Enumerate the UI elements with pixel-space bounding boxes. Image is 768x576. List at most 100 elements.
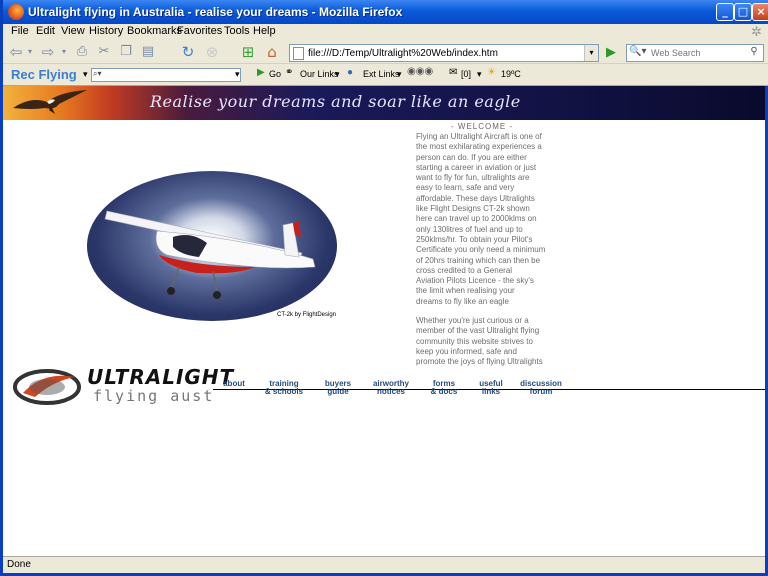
toolbar-search-dropdown-icon[interactable]: ▾	[235, 69, 240, 80]
rec-flying-toolbar: Rec Flying ▾ ⌕▾ ▾ ▶ Go ⚭ Our Links ▾ ● E…	[3, 64, 768, 86]
media-controls-icon[interactable]: ◉◉◉	[407, 66, 433, 77]
reload-icon[interactable]: ↻	[179, 43, 197, 61]
search-go-icon[interactable]: ⚲	[746, 46, 762, 60]
menu-file[interactable]: File	[11, 25, 29, 37]
menu-help[interactable]: Help	[253, 25, 276, 37]
text-line: Aviation Pilots Licence - the sky's	[416, 276, 534, 286]
brand-dropdown-icon[interactable]: ▾	[83, 69, 88, 80]
text-line: want to fly for fun, ultralights are	[416, 173, 530, 183]
url-input[interactable]	[308, 46, 578, 60]
paste-icon[interactable]: ▤	[139, 43, 157, 61]
new-tab-icon[interactable]: ⊞	[239, 43, 257, 61]
nav-label: & schools	[264, 387, 304, 396]
maximize-button[interactable]: □	[734, 3, 752, 21]
text-line: member of the vast Ultralight flying	[416, 326, 540, 336]
nav-label: about	[223, 379, 245, 388]
firefox-icon	[8, 4, 24, 20]
page-content: Realise your dreams and soar like an eag…	[3, 86, 765, 556]
forward-dropdown-icon[interactable]: ▾	[59, 43, 69, 61]
page-icon	[293, 47, 304, 60]
ext-links-dropdown-icon[interactable]: ▾	[397, 69, 402, 80]
nav-training-schools[interactable]: training & schools	[263, 380, 305, 396]
nav-discussion-forum[interactable]: discussion forum	[519, 380, 563, 396]
nav-label: links	[481, 387, 501, 396]
logo-subtitle: flying aust	[93, 387, 215, 405]
temperature[interactable]: 19ºC	[501, 69, 521, 79]
logo-title: ULTRALIGHT	[87, 365, 235, 389]
mail-dropdown-icon[interactable]: ▾	[477, 69, 482, 80]
window-title: Ultralight flying in Australia - realise…	[28, 5, 403, 19]
text-line: like Flight Designs CT-2k shown	[416, 204, 530, 214]
copy-icon[interactable]: ❐	[117, 43, 135, 61]
back-arrow-icon[interactable]: ⇦	[7, 43, 25, 61]
go-arrow-icon[interactable]: ▶	[603, 44, 619, 62]
search-engine-icon[interactable]: 🔍▾	[629, 46, 649, 60]
text-line: Certificate you only need a minimum	[416, 245, 546, 255]
mail-count[interactable]: [0]	[461, 69, 471, 79]
nav-label: & docs	[430, 387, 458, 396]
text-line: of 20hrs training which can then be	[416, 255, 541, 265]
photo-caption: CT-2k by FlightDesign	[277, 312, 337, 318]
text-line: community this website strives to	[416, 336, 533, 346]
text-line: Whether you're just curious or a	[416, 316, 529, 325]
nav-useful-links[interactable]: useful links	[477, 380, 505, 396]
text-line: keep you informed, safe and	[416, 346, 517, 356]
print-icon[interactable]: ⎙	[73, 43, 91, 61]
weather-sun-icon: ☀	[487, 67, 496, 78]
status-text: Done	[7, 559, 31, 570]
text-line: easy to learn, safe and very	[416, 183, 515, 193]
menu-bar: File Edit View History Bookmarks Favorit…	[3, 24, 768, 40]
our-links-dropdown-icon[interactable]: ▾	[335, 69, 340, 80]
title-bar: Ultralight flying in Australia - realise…	[3, 0, 768, 24]
text-line: promote the joys of flying Ultralights	[416, 357, 543, 367]
text-line: 250klms/hr. To obtain your Pilot's	[416, 234, 533, 244]
back-dropdown-icon[interactable]: ▾	[25, 43, 35, 61]
nav-airworthy-notices[interactable]: airworthy notices	[371, 380, 411, 396]
nav-label: notices	[376, 387, 405, 396]
cut-icon[interactable]: ✂	[95, 43, 113, 61]
mail-icon[interactable]: ✉	[449, 67, 457, 78]
text-line: the most exhilarating experiences a	[416, 142, 542, 152]
our-links-icon[interactable]: ⚭	[285, 67, 293, 78]
address-bar[interactable]: ▾	[289, 44, 599, 62]
menu-view[interactable]: View	[61, 25, 85, 37]
menu-tools[interactable]: Tools	[224, 25, 250, 37]
search-input[interactable]	[651, 46, 743, 60]
welcome-heading: - WELCOME -	[451, 122, 514, 131]
text-line: person can do. If you are either	[416, 152, 527, 162]
text-line: starting a career in aviation or just	[416, 162, 537, 172]
site-logo[interactable]: ULTRALIGHT flying aust	[13, 365, 233, 409]
welcome-paragraph-2: Whether you're just curious or a member …	[416, 316, 546, 367]
toolbar-search-input[interactable]: ⌕▾	[91, 68, 241, 82]
toolbar-go-label[interactable]: Go	[269, 69, 281, 79]
nav-forms-docs[interactable]: forms & docs	[429, 380, 459, 396]
status-bar: Done	[3, 556, 765, 573]
text-line: cross credited to a General	[416, 265, 513, 275]
url-dropdown-icon[interactable]: ▾	[584, 45, 598, 61]
home-icon[interactable]: ⌂	[263, 43, 281, 61]
menu-history[interactable]: History	[89, 25, 123, 37]
nav-label: guide	[327, 387, 349, 396]
menu-edit[interactable]: Edit	[36, 25, 55, 37]
stop-icon[interactable]: ⊗	[203, 43, 221, 61]
ext-links-menu[interactable]: Ext Links	[363, 69, 400, 79]
text-line: affordable. These days Ultralights	[416, 193, 535, 203]
search-box[interactable]: 🔍▾ ⚲	[626, 44, 764, 62]
our-links-menu[interactable]: Our Links	[300, 69, 339, 79]
throbber-icon: ✲	[751, 24, 762, 39]
eagle-icon	[13, 90, 87, 114]
go-icon[interactable]: ▶	[257, 67, 265, 78]
nav-buyers-guide[interactable]: buyers guide	[323, 380, 353, 396]
close-button[interactable]: ×	[752, 3, 768, 21]
text-line: Flying an Ultralight Aircraft is one of	[416, 132, 542, 141]
minimize-button[interactable]: _	[716, 3, 734, 21]
forward-arrow-icon[interactable]: ⇨	[39, 43, 57, 61]
banner-slogan: Realise your dreams and soar like an eag…	[150, 92, 521, 111]
menu-favorites[interactable]: Favorites	[177, 25, 222, 37]
menu-bookmarks[interactable]: Bookmarks	[127, 25, 182, 37]
text-line: dreams to fly like an eagle	[416, 296, 509, 306]
nav-about[interactable]: about	[221, 380, 247, 388]
toolbar-search-icon[interactable]: ⌕▾	[93, 69, 102, 79]
globe-icon: ●	[347, 67, 354, 78]
toolbar-brand[interactable]: Rec Flying	[11, 67, 77, 82]
